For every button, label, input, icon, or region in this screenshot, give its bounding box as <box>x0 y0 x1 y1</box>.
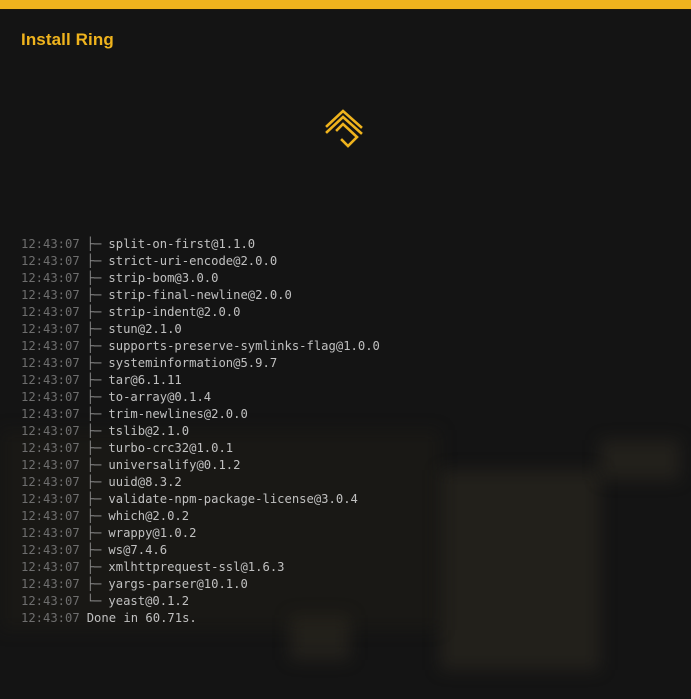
log-line: 12:43:07 ├─ uuid@8.3.2 <box>21 474 681 491</box>
log-timestamp: 12:43:07 <box>21 339 80 353</box>
log-line: 12:43:07 ├─ universalify@0.1.2 <box>21 457 681 474</box>
log-tree-branch: ├─ <box>86 322 102 336</box>
log-tree-branch: ├─ <box>86 288 102 302</box>
log-line: 12:43:07 ├─ supports-preserve-symlinks-fla… <box>21 338 681 355</box>
log-timestamp: 12:43:07 <box>21 526 80 540</box>
log-package-name: yeast@0.1.2 <box>108 594 190 608</box>
log-line: 12:43:07 ├─ strip-indent@2.0.0 <box>21 304 681 321</box>
log-line: 12:43:07 ├─ stun@2.1.0 <box>21 321 681 338</box>
log-package-name: strip-bom@3.0.0 <box>108 271 219 285</box>
log-timestamp: 12:43:07 <box>21 475 80 489</box>
log-package-name: trim-newlines@2.0.0 <box>108 407 248 421</box>
log-timestamp: 12:43:07 <box>21 611 80 625</box>
log-timestamp: 12:43:07 <box>21 254 80 268</box>
log-timestamp: 12:43:07 <box>21 390 80 404</box>
log-package-name: uuid@8.3.2 <box>108 475 182 489</box>
log-timestamp: 12:43:07 <box>21 356 80 370</box>
log-tree-branch: ├─ <box>86 424 102 438</box>
log-package-name: split-on-first@1.1.0 <box>108 237 256 251</box>
log-line: 12:43:07 ├─ trim-newlines@2.0.0 <box>21 406 681 423</box>
log-line: 12:43:07 ├─ split-on-first@1.1.0 <box>21 236 681 253</box>
log-line: 12:43:07 ├─ strip-final-newline@2.0.0 <box>21 287 681 304</box>
log-package-name: strict-uri-encode@2.0.0 <box>108 254 278 268</box>
log-line: 12:43:07 ├─ ws@7.4.6 <box>21 542 681 559</box>
log-package-name: wrappy@1.0.2 <box>108 526 197 540</box>
log-timestamp: 12:43:07 <box>21 373 80 387</box>
log-timestamp: 12:43:07 <box>21 560 80 574</box>
log-timestamp: 12:43:07 <box>21 271 80 285</box>
log-timestamp: 12:43:07 <box>21 424 80 438</box>
log-tree-branch: ├─ <box>86 271 102 285</box>
log-line: 12:43:07 ├─ strict-uri-encode@2.0.0 <box>21 253 681 270</box>
ring-logo-icon <box>325 109 363 148</box>
log-package-name: validate-npm-package-license@3.0.4 <box>108 492 358 506</box>
log-line: 12:43:07 ├─ tar@6.1.11 <box>21 372 681 389</box>
log-line: 12:43:07 └─ yeast@0.1.2 <box>21 593 681 610</box>
log-tree-branch: ├─ <box>86 373 102 387</box>
log-package-name: xmlhttprequest-ssl@1.6.3 <box>108 560 285 574</box>
log-timestamp: 12:43:07 <box>21 492 80 506</box>
log-timestamp: 12:43:07 <box>21 509 80 523</box>
log-timestamp: 12:43:07 <box>21 441 80 455</box>
log-tree-branch: ├─ <box>86 356 102 370</box>
window-title: Install Ring <box>21 30 114 49</box>
log-package-name: ws@7.4.6 <box>108 543 168 557</box>
log-package-name: to-array@0.1.4 <box>108 390 212 404</box>
log-line: 12:43:07 ├─ xmlhttprequest-ssl@1.6.3 <box>21 559 681 576</box>
log-package-name: tslib@2.1.0 <box>108 424 190 438</box>
log-line: 12:43:07 ├─ turbo-crc32@1.0.1 <box>21 440 681 457</box>
log-timestamp: 12:43:07 <box>21 543 80 557</box>
log-done-line: 12:43:07 Done in 60.71s. <box>21 610 681 627</box>
log-tree-branch: ├─ <box>86 458 102 472</box>
log-package-name: which@2.0.2 <box>108 509 190 523</box>
log-package-name: yargs-parser@10.1.0 <box>108 577 248 591</box>
log-tree-branch: ├─ <box>86 475 102 489</box>
log-done-message: Done in 60.71s. <box>86 611 197 625</box>
log-line: 12:43:07 ├─ yargs-parser@10.1.0 <box>21 576 681 593</box>
log-package-name: strip-final-newline@2.0.0 <box>108 288 292 302</box>
log-tree-branch: ├─ <box>86 237 102 251</box>
install-log: 12:43:07 ├─ split-on-first@1.1.0 12:43:07 ├─… <box>21 236 681 627</box>
log-tree-branch: ├─ <box>86 492 102 506</box>
log-tree-branch: ├─ <box>86 509 102 523</box>
log-timestamp: 12:43:07 <box>21 322 80 336</box>
log-tree-branch: ├─ <box>86 577 102 591</box>
log-tree-branch: └─ <box>86 594 102 608</box>
log-tree-branch: ├─ <box>86 390 102 404</box>
log-tree-branch: ├─ <box>86 441 102 455</box>
log-timestamp: 12:43:07 <box>21 305 80 319</box>
progress-accent-bar <box>0 0 691 9</box>
log-line: 12:43:07 ├─ wrappy@1.0.2 <box>21 525 681 542</box>
log-tree-branch: ├─ <box>86 305 102 319</box>
log-tree-branch: ├─ <box>86 543 102 557</box>
log-package-name: systeminformation@5.9.7 <box>108 356 278 370</box>
log-package-name: universalify@0.1.2 <box>108 458 241 472</box>
log-package-name: tar@6.1.11 <box>108 373 182 387</box>
install-window: Install Ring 12:43:07 ├─ split-on-first@1.… <box>0 0 691 699</box>
log-tree-branch: ├─ <box>86 254 102 268</box>
log-timestamp: 12:43:07 <box>21 594 80 608</box>
log-line: 12:43:07 ├─ tslib@2.1.0 <box>21 423 681 440</box>
log-tree-branch: ├─ <box>86 339 102 353</box>
log-timestamp: 12:43:07 <box>21 458 80 472</box>
log-timestamp: 12:43:07 <box>21 577 80 591</box>
log-timestamp: 12:43:07 <box>21 288 80 302</box>
log-line: 12:43:07 ├─ validate-npm-package-license@3… <box>21 491 681 508</box>
log-line: 12:43:07 ├─ strip-bom@3.0.0 <box>21 270 681 287</box>
log-package-name: turbo-crc32@1.0.1 <box>108 441 234 455</box>
log-package-name: supports-preserve-symlinks-flag@1.0.0 <box>108 339 380 353</box>
log-tree-branch: ├─ <box>86 407 102 421</box>
log-package-name: strip-indent@2.0.0 <box>108 305 241 319</box>
log-timestamp: 12:43:07 <box>21 237 80 251</box>
log-package-name: stun@2.1.0 <box>108 322 182 336</box>
log-line: 12:43:07 ├─ to-array@0.1.4 <box>21 389 681 406</box>
top-bar-divider <box>0 9 691 10</box>
log-line: 12:43:07 ├─ systeminformation@5.9.7 <box>21 355 681 372</box>
log-timestamp: 12:43:07 <box>21 407 80 421</box>
log-tree-branch: ├─ <box>86 526 102 540</box>
log-line: 12:43:07 ├─ which@2.0.2 <box>21 508 681 525</box>
log-tree-branch: ├─ <box>86 560 102 574</box>
